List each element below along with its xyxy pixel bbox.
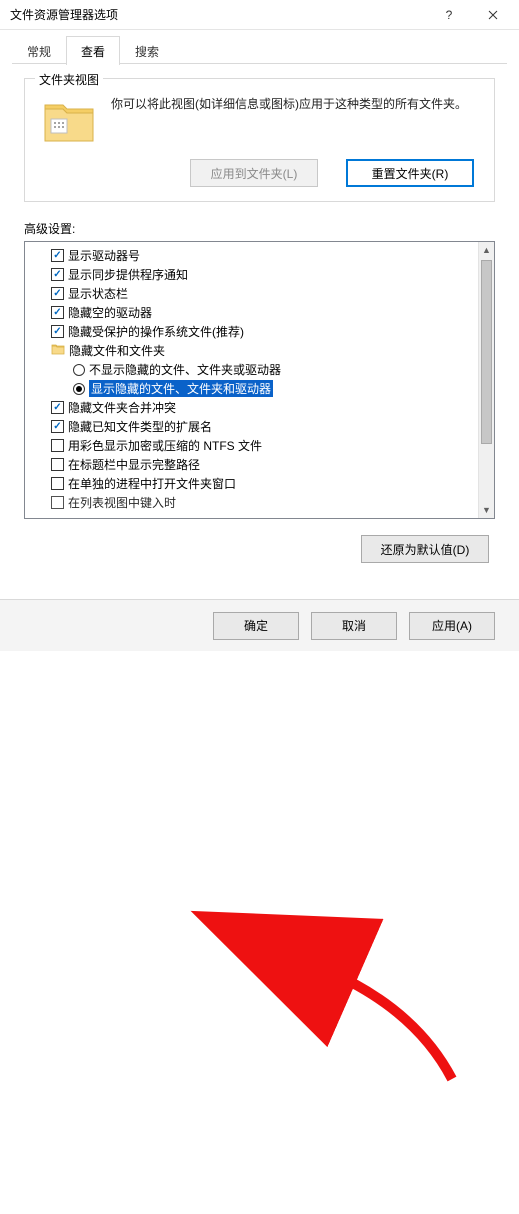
tab-general[interactable]: 常规 [12,36,66,65]
advanced-settings-box: 显示驱动器号显示同步提供程序通知显示状态栏隐藏空的驱动器隐藏受保护的操作系统文件… [24,241,495,519]
tree-item[interactable]: 隐藏文件夹合并冲突 [29,398,474,417]
help-button[interactable]: ? [427,1,471,29]
checkbox[interactable] [51,439,64,452]
tree-item-label: 隐藏空的驱动器 [68,304,152,321]
apply-to-folders-button: 应用到文件夹(L) [190,159,318,187]
folder-view-group: 文件夹视图 你可以将此视图(如详细信息或图标)应用于这种类型的所有文件夹。 应用… [24,78,495,202]
apply-button[interactable]: 应用(A) [409,612,495,640]
close-icon [488,10,498,20]
folder-view-description: 你可以将此视图(如详细信息或图标)应用于这种类型的所有文件夹。 [111,95,467,114]
tree-item-label: 隐藏已知文件类型的扩展名 [68,418,212,435]
tree-item-label: 用彩色显示加密或压缩的 NTFS 文件 [68,437,262,454]
question-icon: ? [446,8,453,22]
tree-item-label: 隐藏文件和文件夹 [69,342,165,359]
tree-item-label: 在列表视图中键入时 [68,494,176,511]
cancel-button[interactable]: 取消 [311,612,397,640]
folder-icon [51,343,65,358]
tree-item[interactable]: 隐藏受保护的操作系统文件(推荐) [29,322,474,341]
tree-item[interactable]: 隐藏已知文件类型的扩展名 [29,417,474,436]
checkbox[interactable] [51,420,64,433]
checkbox[interactable] [51,477,64,490]
folder-view-group-title: 文件夹视图 [35,71,103,88]
checkbox[interactable] [51,249,64,262]
restore-defaults-button[interactable]: 还原为默认值(D) [361,535,489,563]
advanced-settings-label: 高级设置: [24,220,495,237]
checkbox[interactable] [51,401,64,414]
checkbox[interactable] [51,306,64,319]
reset-folders-button[interactable]: 重置文件夹(R) [346,159,474,187]
tab-search[interactable]: 搜索 [120,36,174,65]
tree-item[interactable]: 用彩色显示加密或压缩的 NTFS 文件 [29,436,474,455]
radio[interactable] [73,383,85,395]
tree-item[interactable]: 显示状态栏 [29,284,474,303]
tree-item-label: 显示驱动器号 [68,247,140,264]
close-button[interactable] [471,1,515,29]
tree-item-label: 在单独的进程中打开文件夹窗口 [68,475,236,492]
tree-item[interactable]: 在单独的进程中打开文件夹窗口 [29,474,474,493]
tree-item[interactable]: 不显示隐藏的文件、文件夹或驱动器 [29,360,474,379]
scroll-thumb[interactable] [481,260,492,444]
scroll-up-button[interactable]: ▲ [479,242,494,258]
tree-item[interactable]: 在列表视图中键入时 [29,493,474,512]
advanced-settings-tree[interactable]: 显示驱动器号显示同步提供程序通知显示状态栏隐藏空的驱动器隐藏受保护的操作系统文件… [25,242,478,518]
dialog-footer: 确定 取消 应用(A) [0,599,519,651]
checkbox[interactable] [51,268,64,281]
checkbox[interactable] [51,496,64,509]
tree-item-label: 显示状态栏 [68,285,128,302]
tree-item[interactable]: 隐藏文件和文件夹 [29,341,474,360]
tree-item[interactable]: 显示驱动器号 [29,246,474,265]
tree-item[interactable]: 隐藏空的驱动器 [29,303,474,322]
ok-button[interactable]: 确定 [213,612,299,640]
folder-icon [43,99,97,145]
content-area: 文件夹视图 你可以将此视图(如详细信息或图标)应用于这种类型的所有文件夹。 应用… [0,64,519,563]
tree-item[interactable]: 显示隐藏的文件、文件夹和驱动器 [29,379,474,398]
vertical-scrollbar[interactable]: ▲ ▼ [478,242,494,518]
tab-view[interactable]: 查看 [66,36,120,65]
tree-item-label: 显示同步提供程序通知 [68,266,188,283]
tree-item-label: 在标题栏中显示完整路径 [68,456,200,473]
tree-item[interactable]: 显示同步提供程序通知 [29,265,474,284]
tree-item-label: 显示隐藏的文件、文件夹和驱动器 [89,380,273,397]
tree-item-label: 不显示隐藏的文件、文件夹或驱动器 [89,361,281,378]
scroll-down-button[interactable]: ▼ [479,502,494,518]
tree-item-label: 隐藏受保护的操作系统文件(推荐) [68,323,244,340]
radio[interactable] [73,364,85,376]
title-bar: 文件资源管理器选项 ? [0,0,519,30]
annotation-arrow-icon [0,563,519,1214]
tree-item[interactable]: 在标题栏中显示完整路径 [29,455,474,474]
checkbox[interactable] [51,458,64,471]
tree-item-label: 隐藏文件夹合并冲突 [68,399,176,416]
checkbox[interactable] [51,287,64,300]
window-title: 文件资源管理器选项 [10,6,427,23]
checkbox[interactable] [51,325,64,338]
tab-strip: 常规 查看 搜索 [0,30,519,64]
